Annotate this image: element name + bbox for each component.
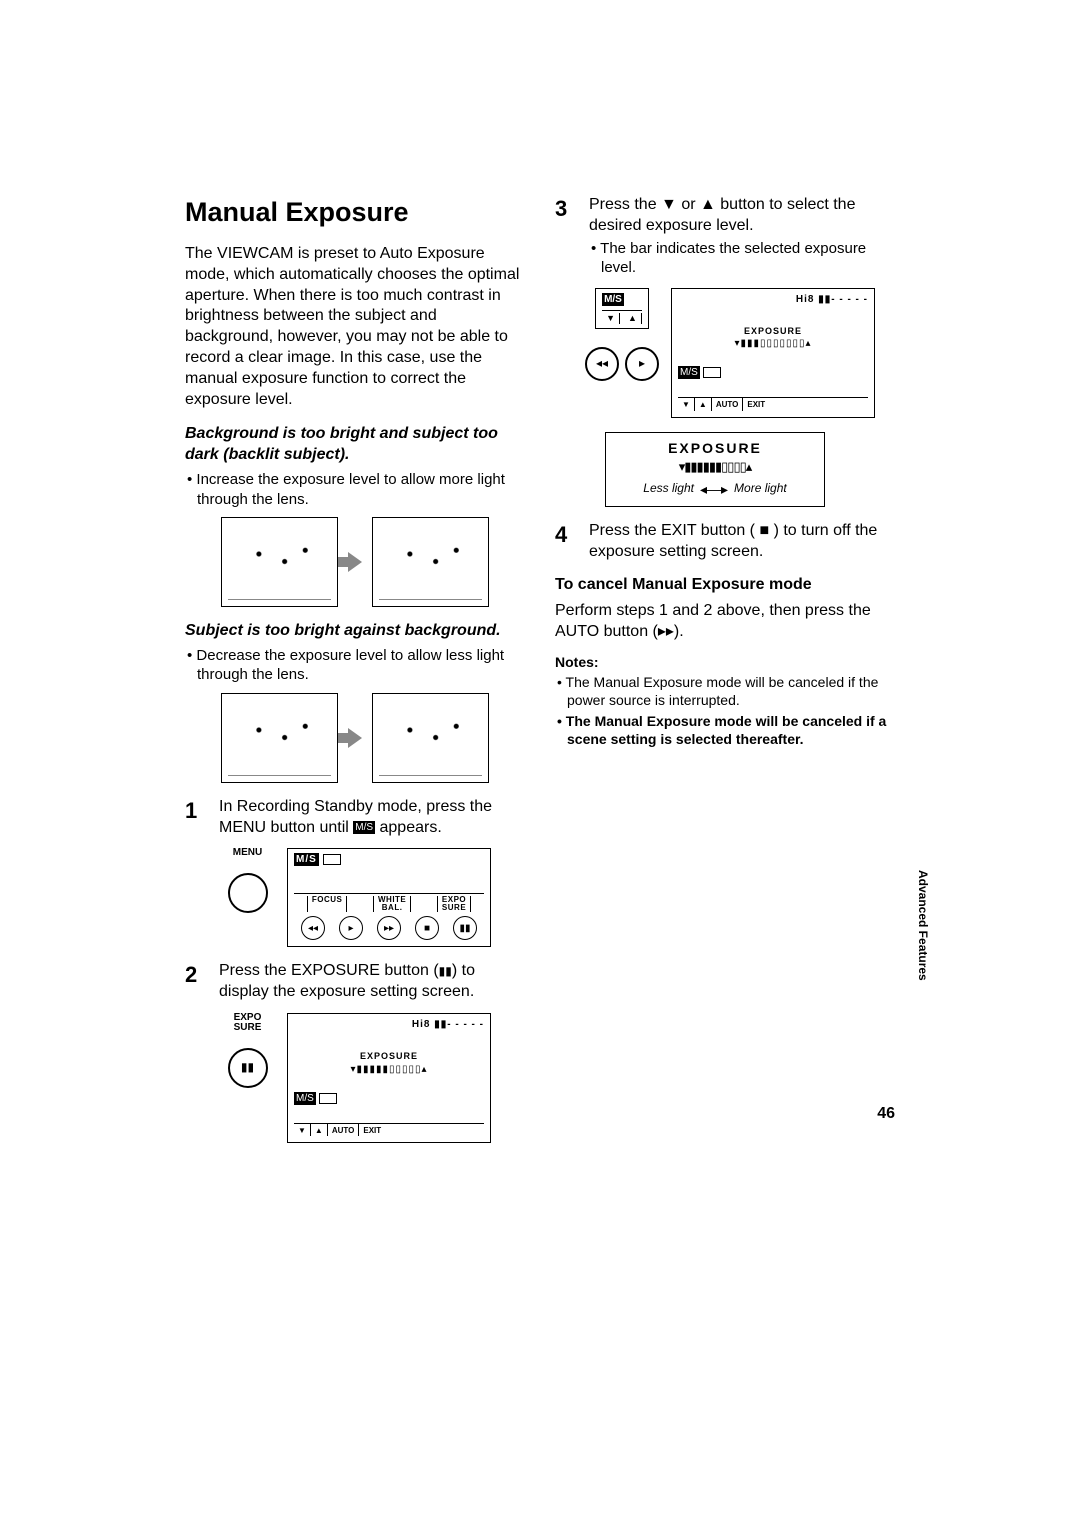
step-2-text: Press the EXPOSURE button (▮▮) to displa…	[219, 961, 525, 1003]
ffwd-icon: ▸▸	[377, 916, 401, 940]
step-3-text: Press the ▼ or ▲ button to select the de…	[589, 195, 895, 237]
down-tab: ▼	[678, 398, 695, 410]
exposure-title: EXPOSURE	[294, 1051, 484, 1063]
exposure-title: EXPOSURE	[678, 326, 868, 338]
focus-tab: FOCUS	[307, 896, 348, 913]
tape-indicator: Hi8 ▮▮- - - - -	[412, 1018, 484, 1031]
step-1-text: In Recording Standby mode, press the MEN…	[219, 797, 525, 839]
case1-heading: Background is too bright and subject too…	[185, 424, 525, 466]
rewind-icon: ◂◂	[301, 916, 325, 940]
pause-glyph-icon: ▮▮	[439, 964, 452, 978]
step2-figure: EXPO SURE ▮▮ Hi8 ▮▮- - - - - EXPOSURE ▾▮…	[220, 1013, 525, 1143]
step-number: 3	[555, 195, 575, 278]
play-icon: ▸	[625, 347, 659, 381]
note-2: The Manual Exposure mode will be cancele…	[555, 712, 895, 748]
case2-tip: Decrease the exposure level to allow les…	[185, 646, 525, 685]
arrow-right-icon	[348, 552, 362, 572]
exposure-screen: Hi8 ▮▮- - - - - EXPOSURE ▾▮▮▮▮▮▯▯▯▯▯▴ M/…	[287, 1013, 491, 1143]
case1-illustration	[185, 517, 525, 607]
down-tab: ▼	[294, 1124, 311, 1136]
arrow-right-icon	[348, 728, 362, 748]
bidirectional-arrow-icon: ◂—▸	[700, 480, 728, 498]
up-tab: ▲	[311, 1124, 328, 1136]
exposure-detail-box: EXPOSURE ▾▮▮▮▮▮▮▯▯▯▯▴ Less light ◂—▸ Mor…	[605, 432, 825, 507]
tape-indicator: Hi8 ▮▮- - - - -	[796, 293, 868, 306]
step1-figure: MENU M/S FOCUS WHITE BAL. EXPO SURE ◂◂ ▸…	[220, 848, 525, 947]
step-number: 1	[185, 797, 205, 839]
case1-tip: Increase the exposure level to allow mor…	[185, 470, 525, 509]
section-tab: Advanced Features	[916, 870, 930, 981]
more-light-label: More light	[734, 481, 787, 497]
right-column: 3 Press the ▼ or ▲ button to select the …	[555, 195, 895, 1157]
ms-badge-icon: M/S	[353, 821, 375, 834]
case2-illustration	[185, 693, 525, 783]
page-title: Manual Exposure	[185, 195, 525, 230]
note-1: The Manual Exposure mode will be cancele…	[555, 673, 895, 709]
ms-badge-icon: M/S	[294, 853, 319, 866]
stop-icon: ■	[415, 916, 439, 940]
exposure-detail-title: EXPOSURE	[610, 439, 820, 457]
step3-figure: M/S ▼ ▲ ◂◂ ▸ Hi8 ▮▮- - - - -	[585, 288, 895, 418]
cancel-heading: To cancel Manual Exposure mode	[555, 575, 895, 596]
left-column: Manual Exposure The VIEWCAM is preset to…	[185, 195, 525, 1157]
step-3-sub: The bar indicates the selected exposure …	[589, 239, 895, 278]
exposure-button-illustration: EXPO SURE ▮▮	[220, 1013, 275, 1093]
skier-light-illustration	[372, 517, 489, 607]
exposure-button-icon: ▮▮	[228, 1048, 268, 1088]
party-bright-illustration	[221, 693, 338, 783]
play-icon: ▸	[339, 916, 363, 940]
exposure-bar: ▾▮▮▮▮▮▯▯▯▯▯▴	[294, 1063, 484, 1076]
step-1: 1 In Recording Standby mode, press the M…	[185, 797, 525, 839]
step-4: 4 Press the EXIT button ( ■ ) to turn of…	[555, 521, 895, 563]
party-dark-illustration	[372, 693, 489, 783]
pause-icon: ▮▮	[453, 916, 477, 940]
auto-tab: AUTO	[328, 1124, 360, 1136]
auto-tab: AUTO	[712, 398, 744, 410]
ms-badge-icon: M/S	[294, 1092, 316, 1105]
step-number: 4	[555, 521, 575, 563]
less-light-label: Less light	[643, 481, 694, 497]
rewind-icon: ◂◂	[585, 347, 619, 381]
ms-badge-icon: M/S	[678, 366, 700, 379]
step-number: 2	[185, 961, 205, 1003]
notes-heading: Notes:	[555, 653, 895, 671]
menu-button-icon	[228, 873, 268, 913]
exit-tab: EXIT	[359, 1124, 385, 1136]
exposure-tab: EXPO SURE	[437, 896, 471, 913]
exit-tab: EXIT	[743, 398, 769, 410]
step-4-text: Press the EXIT button ( ■ ) to turn off …	[589, 521, 895, 563]
skier-dark-illustration	[221, 517, 338, 607]
exposure-detail-bar: ▾▮▮▮▮▮▮▯▯▯▯▴	[610, 459, 820, 476]
case2-heading: Subject is too bright against background…	[185, 621, 525, 642]
up-tab: ▲	[695, 398, 712, 410]
page-number: 46	[877, 1105, 895, 1123]
exposure-bar: ▾▮▮▮▯▯▯▯▯▯▯▴	[678, 337, 868, 350]
ms-badge-icon: M/S	[602, 293, 624, 306]
cancel-text: Perform steps 1 and 2 above, then press …	[555, 601, 895, 643]
up-down-buttons: ◂◂ ▸	[585, 333, 659, 381]
menu-button-illustration: MENU	[220, 848, 275, 928]
menu-screen: M/S FOCUS WHITE BAL. EXPO SURE ◂◂ ▸ ▸▸ ■…	[287, 848, 491, 947]
intro-text: The VIEWCAM is preset to Auto Exposure m…	[185, 244, 525, 410]
step-3: 3 Press the ▼ or ▲ button to select the …	[555, 195, 895, 278]
step-2: 2 Press the EXPOSURE button (▮▮) to disp…	[185, 961, 525, 1003]
exposure-screen-step3: Hi8 ▮▮- - - - - EXPOSURE ▾▮▮▮▯▯▯▯▯▯▯▴ M/…	[671, 288, 875, 418]
whitebal-tab: WHITE BAL.	[373, 896, 411, 913]
